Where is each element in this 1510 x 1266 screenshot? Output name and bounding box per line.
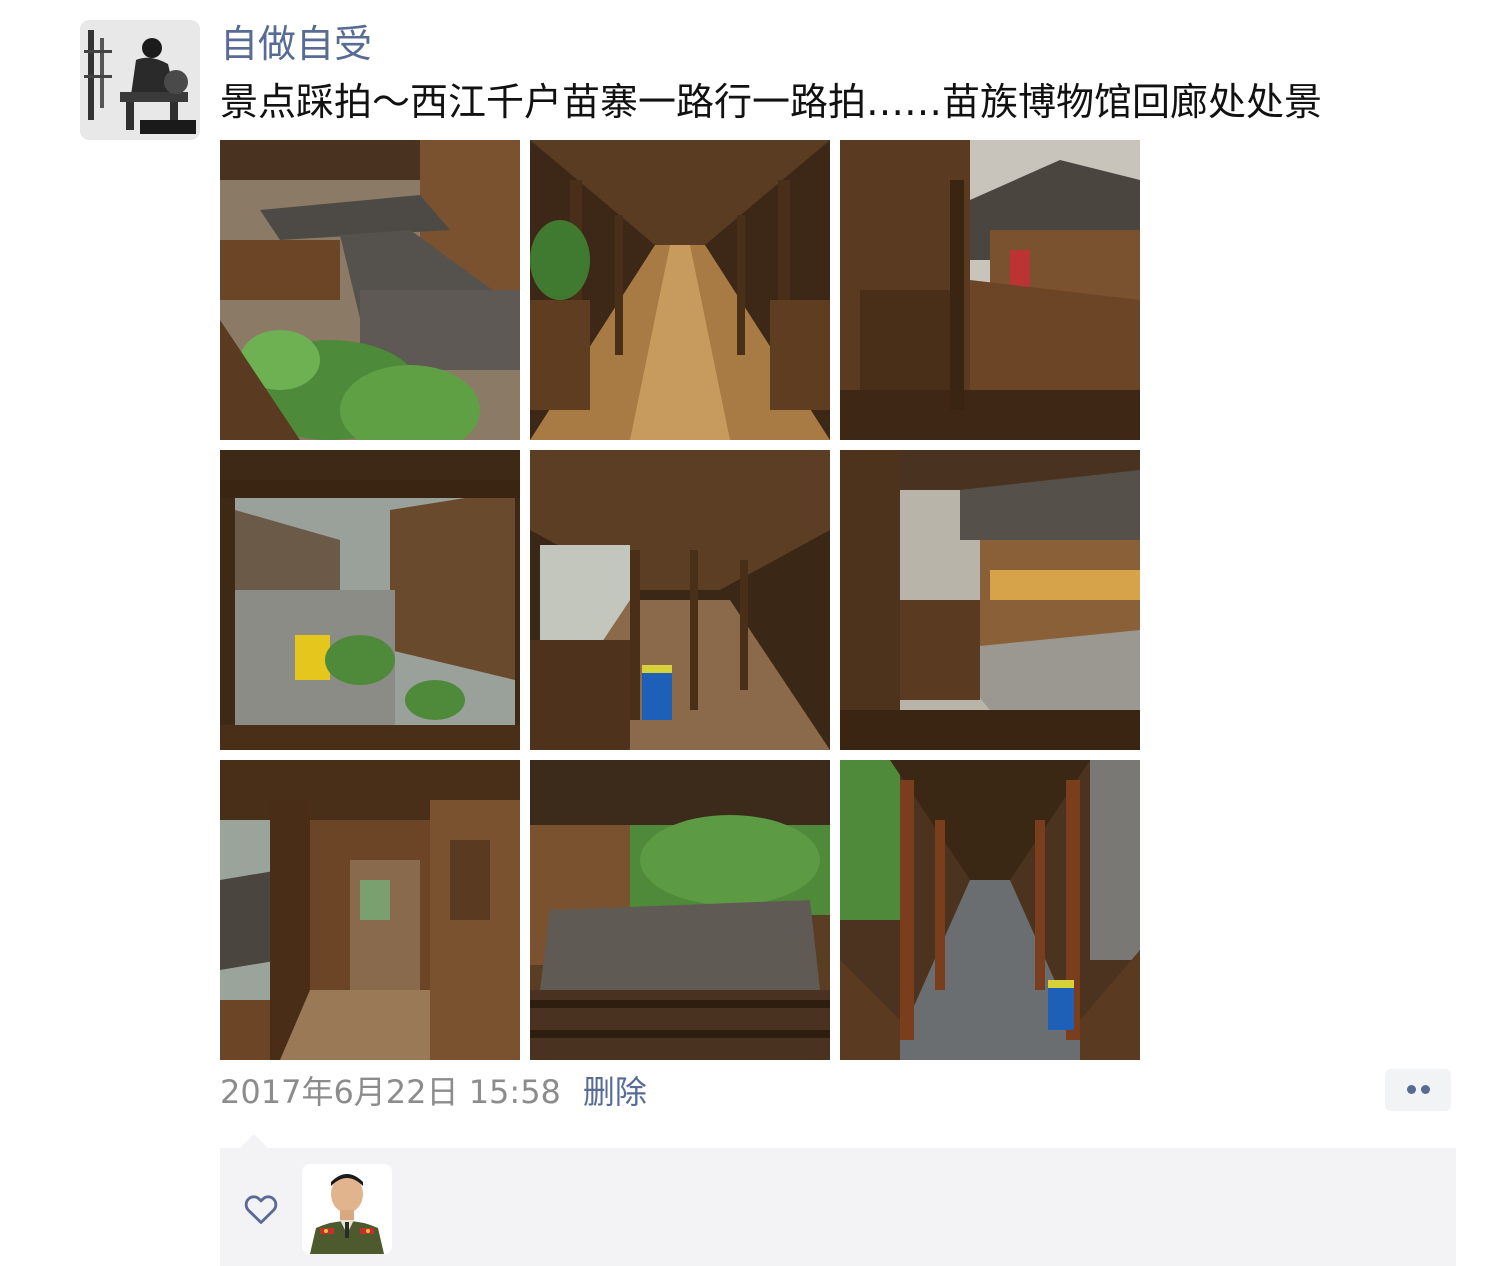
photo-2-image	[530, 140, 830, 440]
author-avatar[interactable]	[80, 20, 200, 140]
more-actions-button[interactable]	[1385, 1069, 1451, 1111]
heart-outline-icon	[244, 1195, 278, 1224]
post-timestamp: 2017年6月22日 15:58	[220, 1073, 561, 1111]
post-text: 景点踩拍～西江千户苗寨一路行一路拍……苗族博物馆回廊处处景	[220, 80, 1323, 124]
photo-7-image	[220, 760, 520, 1060]
photo-5[interactable]	[530, 450, 830, 750]
more-dots-icon	[1407, 1085, 1416, 1094]
photo-9-image	[840, 760, 1140, 1060]
photo-3-image	[840, 140, 1140, 440]
photo-8-image	[530, 760, 830, 1060]
photo-3[interactable]	[840, 140, 1140, 440]
moments-post: 自做自受 景点踩拍～西江千户苗寨一路行一路拍……苗族博物馆回廊处处景 2017年…	[0, 0, 1510, 1266]
photo-2[interactable]	[530, 140, 830, 440]
photo-6-image	[840, 450, 1140, 750]
photo-1[interactable]	[220, 140, 520, 440]
author-avatar-image	[80, 20, 200, 140]
more-dots-icon	[1421, 1085, 1430, 1094]
photo-1-image	[220, 140, 520, 440]
photo-grid	[220, 140, 1140, 1060]
author-name[interactable]: 自做自受	[220, 18, 372, 70]
photo-4[interactable]	[220, 450, 520, 750]
post-meta: 2017年6月22日 15:58 删除	[220, 1064, 647, 1116]
photo-4-image	[220, 450, 520, 750]
liker-avatar-image	[302, 1164, 392, 1254]
liker-avatar[interactable]	[302, 1164, 392, 1254]
photo-9[interactable]	[840, 760, 1140, 1060]
photo-8[interactable]	[530, 760, 830, 1060]
likes-panel	[220, 1148, 1456, 1266]
likes-caret	[240, 1134, 268, 1148]
delete-button[interactable]: 删除	[583, 1067, 647, 1113]
photo-6[interactable]	[840, 450, 1140, 750]
photo-5-image	[530, 450, 830, 750]
photo-7[interactable]	[220, 760, 520, 1060]
